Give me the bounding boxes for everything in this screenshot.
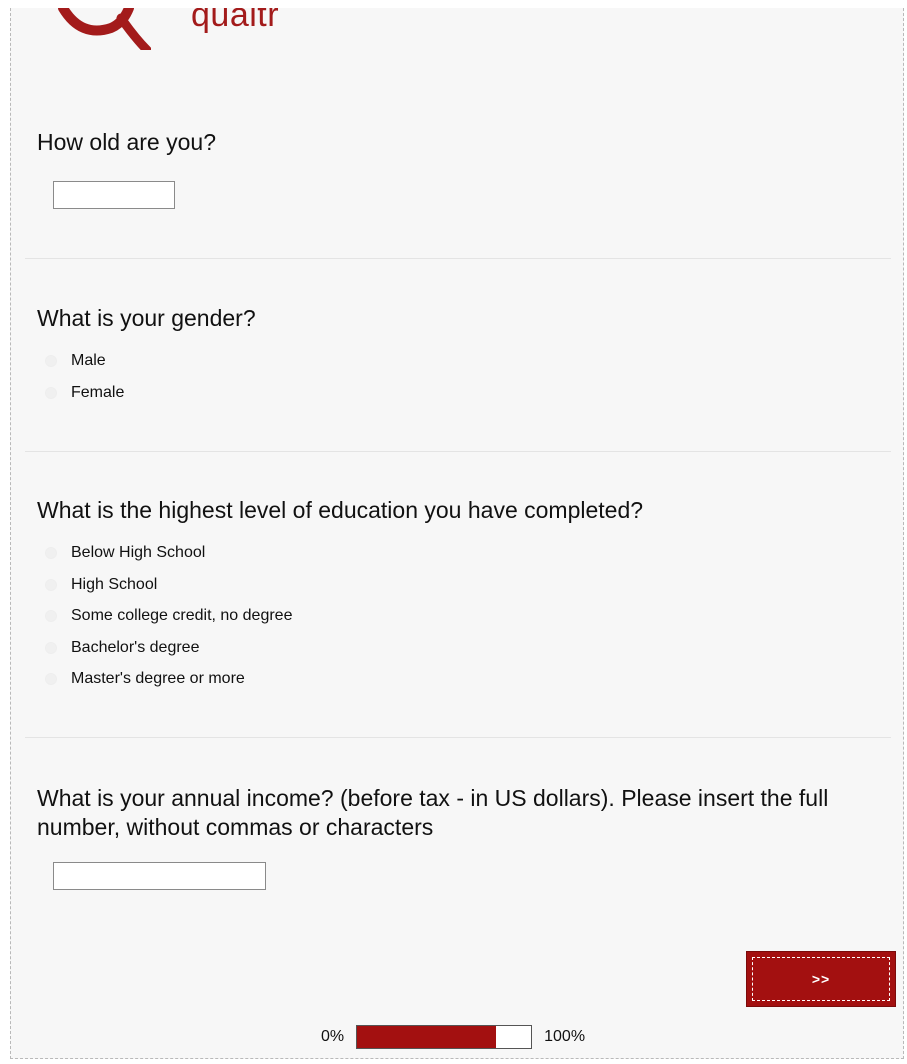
choice-label: Bachelor's degree bbox=[71, 639, 200, 656]
radio-button[interactable] bbox=[45, 579, 57, 591]
section-divider bbox=[25, 737, 891, 738]
radio-button[interactable] bbox=[45, 387, 57, 399]
question-text: What is your annual income? (before tax … bbox=[37, 785, 829, 840]
qualtrics-swirl-icon bbox=[58, 8, 151, 50]
choice-female[interactable]: Female bbox=[45, 382, 124, 404]
choice-label: Male bbox=[71, 352, 106, 369]
radio-button[interactable] bbox=[45, 610, 57, 622]
question-education: What is the highest level of education y… bbox=[37, 496, 889, 525]
question-text: What is your gender? bbox=[37, 305, 256, 331]
survey-frame: qualtrics How old are you? What is your … bbox=[10, 8, 904, 1059]
section-divider bbox=[25, 258, 891, 259]
age-input[interactable] bbox=[53, 181, 175, 209]
progress-fill bbox=[357, 1026, 497, 1048]
income-input[interactable] bbox=[53, 862, 266, 890]
qualtrics-logo: qualtrics bbox=[51, 8, 281, 50]
choice-label: Below High School bbox=[71, 544, 206, 561]
progress-bar bbox=[356, 1025, 533, 1049]
next-button[interactable]: >> bbox=[746, 951, 896, 1007]
choice-below-high-school[interactable]: Below High School bbox=[45, 542, 205, 564]
question-age: How old are you? bbox=[37, 128, 889, 157]
choice-masters[interactable]: Master's degree or more bbox=[45, 668, 245, 690]
logo-text: qualtrics bbox=[191, 8, 281, 34]
radio-button[interactable] bbox=[45, 355, 57, 367]
choice-high-school[interactable]: High School bbox=[45, 574, 157, 596]
question-gender: What is your gender? bbox=[37, 304, 889, 333]
section-divider bbox=[25, 451, 891, 452]
question-text: How old are you? bbox=[37, 129, 216, 155]
progress-end-label: 100% bbox=[544, 1028, 586, 1045]
radio-button[interactable] bbox=[45, 673, 57, 685]
choice-bachelors[interactable]: Bachelor's degree bbox=[45, 637, 199, 659]
progress-indicator: 0% 100% bbox=[321, 1023, 585, 1051]
choice-label: Female bbox=[71, 384, 125, 401]
radio-button[interactable] bbox=[45, 547, 57, 559]
radio-button[interactable] bbox=[45, 642, 57, 654]
progress-start-label: 0% bbox=[321, 1028, 345, 1045]
choice-label: High School bbox=[71, 576, 158, 593]
choice-some-college[interactable]: Some college credit, no degree bbox=[45, 605, 292, 627]
choice-label: Master's degree or more bbox=[71, 670, 245, 687]
next-button-label: >> bbox=[811, 971, 831, 987]
choice-male[interactable]: Male bbox=[45, 350, 106, 372]
question-income: What is your annual income? (before tax … bbox=[37, 784, 889, 842]
question-text: What is the highest level of education y… bbox=[37, 497, 644, 523]
choice-label: Some college credit, no degree bbox=[71, 607, 293, 624]
